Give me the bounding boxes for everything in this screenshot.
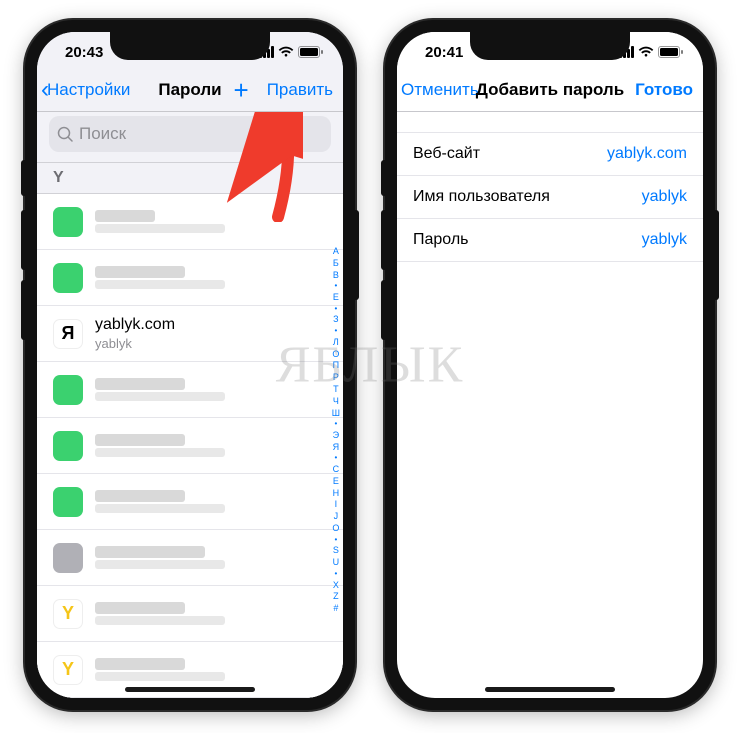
screen-passwords: 20:43 ‹ Настройки Пароли + Править [37, 32, 343, 698]
status-time: 20:41 [425, 44, 463, 61]
iphone-left-mockup: 20:43 ‹ Настройки Пароли + Править [25, 20, 355, 710]
index-letter[interactable]: I [332, 499, 340, 510]
row-site: yablyk.com [95, 316, 175, 334]
done-button[interactable]: Готово [635, 80, 693, 100]
index-letter[interactable]: U [332, 557, 340, 568]
index-letter[interactable]: Z [332, 591, 340, 602]
index-letter[interactable]: Р [332, 372, 340, 383]
wifi-icon [638, 46, 654, 58]
index-letter[interactable]: Ч [332, 396, 340, 407]
index-letter[interactable]: • [332, 453, 340, 463]
index-letter[interactable]: П [332, 360, 340, 371]
list-item[interactable] [37, 362, 343, 418]
home-indicator[interactable] [485, 687, 615, 692]
index-letter[interactable]: J [332, 511, 340, 522]
index-letter[interactable]: O [332, 523, 340, 534]
index-letter[interactable]: • [332, 281, 340, 291]
section-header: Y [37, 162, 343, 194]
list-item[interactable] [37, 474, 343, 530]
section-index[interactable]: АБВ•Е•З•ЛОПРТЧШ•ЭЯ•CEHIJO•SU•XZ# [332, 162, 340, 698]
index-letter[interactable]: З [332, 314, 340, 325]
username-value: yablyk [642, 188, 687, 206]
index-letter[interactable]: • [332, 326, 340, 336]
index-letter[interactable]: • [332, 304, 340, 314]
index-letter[interactable]: Ш [332, 408, 340, 419]
website-value: yablyk.com [607, 145, 687, 163]
back-button[interactable]: ‹ Настройки [41, 78, 130, 102]
cancel-button[interactable]: Отменить [401, 80, 479, 100]
favicon-icon: Я [53, 319, 83, 349]
add-button[interactable]: + [234, 77, 249, 103]
nav-bar: Отменить Добавить пароль Готово [397, 72, 703, 112]
index-letter[interactable]: H [332, 488, 340, 499]
back-label: Настройки [47, 80, 130, 100]
field-password[interactable]: Пароль yablyk [397, 219, 703, 262]
list-item-yablyk[interactable]: Я yablyk.com yablyk [37, 306, 343, 362]
list-item[interactable] [37, 530, 343, 586]
nav-bar: ‹ Настройки Пароли + Править [37, 72, 343, 112]
index-letter[interactable]: • [332, 569, 340, 579]
password-label: Пароль [413, 231, 469, 249]
list-item[interactable] [37, 418, 343, 474]
search-input[interactable]: Поиск [49, 116, 331, 152]
edit-button[interactable]: Править [267, 80, 333, 100]
index-letter[interactable]: X [332, 580, 340, 591]
username-label: Имя пользователя [413, 188, 550, 206]
search-placeholder: Поиск [79, 124, 126, 144]
search-container: Поиск [37, 112, 343, 162]
index-letter[interactable]: Л [332, 337, 340, 348]
index-letter[interactable]: # [332, 603, 340, 614]
battery-icon [658, 46, 683, 58]
home-indicator[interactable] [125, 687, 255, 692]
website-label: Веб-сайт [413, 145, 480, 163]
screen-add-password: 20:41 Отменить Добавить пароль Готово [397, 32, 703, 698]
index-letter[interactable]: Т [332, 384, 340, 395]
index-letter[interactable]: Я [332, 442, 340, 453]
wifi-icon [278, 46, 294, 58]
list-item[interactable] [37, 250, 343, 306]
list-item[interactable] [37, 586, 343, 642]
index-letter[interactable]: Э [332, 430, 340, 441]
notch [110, 32, 270, 60]
index-letter[interactable]: Б [332, 258, 340, 269]
index-letter[interactable]: О [332, 349, 340, 360]
iphone-right-mockup: 20:41 Отменить Добавить пароль Готово [385, 20, 715, 710]
index-letter[interactable]: Е [332, 292, 340, 303]
index-letter[interactable]: S [332, 545, 340, 556]
list-item[interactable] [37, 194, 343, 250]
notch [470, 32, 630, 60]
index-letter[interactable]: • [332, 535, 340, 545]
index-letter[interactable]: E [332, 476, 340, 487]
index-letter[interactable]: C [332, 464, 340, 475]
index-letter[interactable]: В [332, 270, 340, 281]
password-value: yablyk [642, 231, 687, 249]
index-letter[interactable]: А [332, 246, 340, 257]
password-list[interactable]: Y Я yablyk.com yablyk АБВ•Е•З•ЛОПРТЧШ•ЭЯ… [37, 162, 343, 698]
battery-icon [298, 46, 323, 58]
field-website[interactable]: Веб-сайт yablyk.com [397, 132, 703, 176]
index-letter[interactable]: • [332, 419, 340, 429]
search-icon [57, 126, 73, 142]
field-username[interactable]: Имя пользователя yablyk [397, 176, 703, 219]
row-user: yablyk [95, 336, 175, 351]
status-time: 20:43 [65, 44, 103, 61]
